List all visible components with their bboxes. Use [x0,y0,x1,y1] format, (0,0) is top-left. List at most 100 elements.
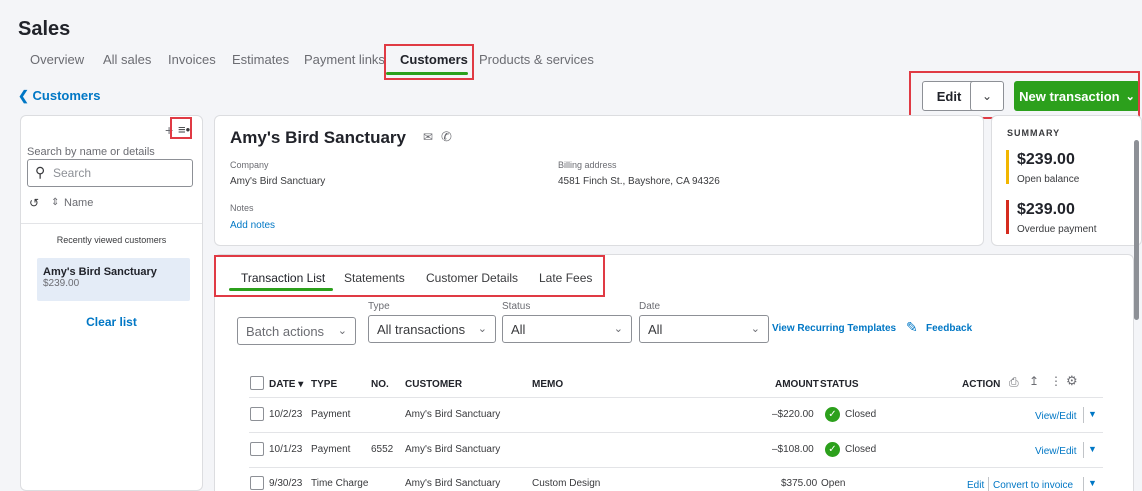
row-customer: Amy's Bird Sanctuary [405,478,501,489]
date-filter-value: All [648,321,663,337]
chevron-down-icon: ⌄ [337,325,347,337]
row-action-dropdown-icon[interactable]: ▼ [1088,444,1097,454]
view-edit-link[interactable]: View/Edit [1035,411,1077,422]
view-edit-link[interactable]: View/Edit [1035,446,1077,457]
page-title: Sales [18,18,71,40]
col-customer[interactable]: CUSTOMER [405,379,462,390]
chevron-down-icon: ⌄ [613,323,623,335]
tab-estimates[interactable]: Estimates [232,52,289,67]
status-filter-select[interactable]: All ⌄ [502,315,632,343]
row-type: Payment [311,444,351,455]
col-amount[interactable]: AMOUNT [775,379,819,390]
open-balance-amount: $239.00 [1017,151,1075,168]
date-filter-select[interactable]: All ⌄ [639,315,769,343]
divider [988,477,989,491]
type-filter-label: Type [368,301,390,312]
feedback-icon[interactable]: ✎ [906,319,918,336]
batch-actions-label: Batch actions [246,323,325,339]
clear-list-link[interactable]: Clear list [21,315,202,329]
phone-icon[interactable]: ✆ [441,129,452,145]
col-no[interactable]: NO. [371,379,389,390]
col-action: ACTION [962,379,1001,390]
convert-to-invoice-link[interactable]: Convert to invoice [993,480,1073,491]
tab-products-services[interactable]: Products & services [479,52,594,67]
col-status[interactable]: STATUS [820,379,859,390]
divider [21,223,202,224]
email-icon[interactable]: ✉ [423,130,433,144]
export-icon[interactable]: ↥ [1029,374,1039,388]
sort-icon[interactable]: ⇕ [51,197,59,208]
recent-customer-item[interactable]: Amy's Bird Sanctuary $239.00 [37,258,190,301]
chevron-down-icon: ⌄ [477,323,487,335]
page-scrollbar[interactable] [1134,140,1139,320]
col-memo[interactable]: MEMO [532,379,563,390]
recent-customer-name: Amy's Bird Sanctuary [43,266,157,278]
back-link-label: Customers [32,88,101,103]
tab-invoices[interactable]: Invoices [168,52,216,67]
col-type[interactable]: TYPE [311,379,337,390]
table-row[interactable]: 10/2/23 Payment Amy's Bird Sanctuary –$2… [215,398,1115,432]
overdue-amount: $239.00 [1017,201,1075,218]
chevron-left-icon: ❮ [18,88,29,103]
row-type: Payment [311,409,351,420]
search-input[interactable]: ⚲ Search [27,159,193,187]
overdue-indicator [1006,200,1009,234]
customer-name: Amy's Bird Sanctuary [230,128,406,147]
row-customer: Amy's Bird Sanctuary [405,409,501,420]
row-checkbox[interactable] [250,407,264,421]
billing-label: Billing address [558,160,617,170]
select-all-checkbox[interactable] [250,376,264,390]
notes-label: Notes [230,203,254,213]
divider [1083,407,1084,423]
view-recurring-templates-link[interactable]: View Recurring Templates [772,323,896,334]
status-filter-label: Status [502,301,531,312]
date-filter-label: Date [639,301,661,312]
highlight-customers-tab [384,44,474,80]
highlight-collapse-icon [170,117,192,139]
row-status: Open [821,478,846,489]
summary-card: SUMMARY $239.00 Open balance $239.00 Ove… [991,115,1142,246]
table-row[interactable]: 10/1/23 Payment 6552 Amy's Bird Sanctuar… [215,433,1115,467]
customer-sidebar: + ≡• Search by name or details ⚲ Search … [20,115,203,491]
row-date: 10/2/23 [269,409,303,420]
tab-all-sales[interactable]: All sales [103,52,151,67]
sort-name-label[interactable]: Name [64,197,93,209]
divider [1083,477,1084,491]
tab-payment-links[interactable]: Payment links [304,52,385,67]
add-notes-link[interactable]: Add notes [230,220,275,231]
highlight-subtabs [214,255,605,297]
row-status: Closed [845,444,877,455]
search-icon: ⚲ [35,164,46,180]
more-options-icon[interactable]: ⋮ [1050,374,1062,388]
row-date: 9/30/23 [269,478,303,489]
recently-viewed-label: Recently viewed customers [56,235,167,245]
back-to-customers-link[interactable]: ❮ Customers [18,88,100,104]
row-date: 10/1/23 [269,444,303,455]
row-customer: Amy's Bird Sanctuary [405,444,501,455]
row-checkbox[interactable] [250,476,264,490]
row-no: 6552 [371,444,394,455]
table-row[interactable]: 9/30/23 Time Charge Amy's Bird Sanctuary… [215,468,1115,491]
row-action-dropdown-icon[interactable]: ▼ [1088,478,1097,488]
row-amount: –$108.00 [772,444,814,455]
row-memo: Custom Design [532,478,601,489]
row-checkbox[interactable] [250,442,264,456]
company-value: Amy's Bird Sanctuary [230,176,326,187]
divider [1083,442,1084,458]
feedback-link[interactable]: Feedback [926,323,972,334]
billing-address: 4581 Finch St., Bayshore, CA 94326 [558,176,720,187]
open-balance-indicator [1006,150,1009,184]
recent-customer-amount: $239.00 [43,278,80,289]
history-icon[interactable]: ↺ [29,196,39,210]
row-status: Closed [845,409,877,420]
company-label: Company [230,160,269,170]
row-amount: $375.00 [781,478,818,489]
print-icon[interactable]: ⎙ [1009,375,1019,390]
settings-gear-icon[interactable]: ⚙ [1066,373,1078,389]
type-filter-select[interactable]: All transactions ⌄ [368,315,496,343]
tab-overview[interactable]: Overview [30,52,84,67]
batch-actions-dropdown[interactable]: Batch actions ⌄ [237,317,356,345]
row-action-dropdown-icon[interactable]: ▼ [1088,409,1097,419]
edit-link[interactable]: Edit [967,480,984,491]
col-date[interactable]: DATE ▾ [269,379,303,390]
